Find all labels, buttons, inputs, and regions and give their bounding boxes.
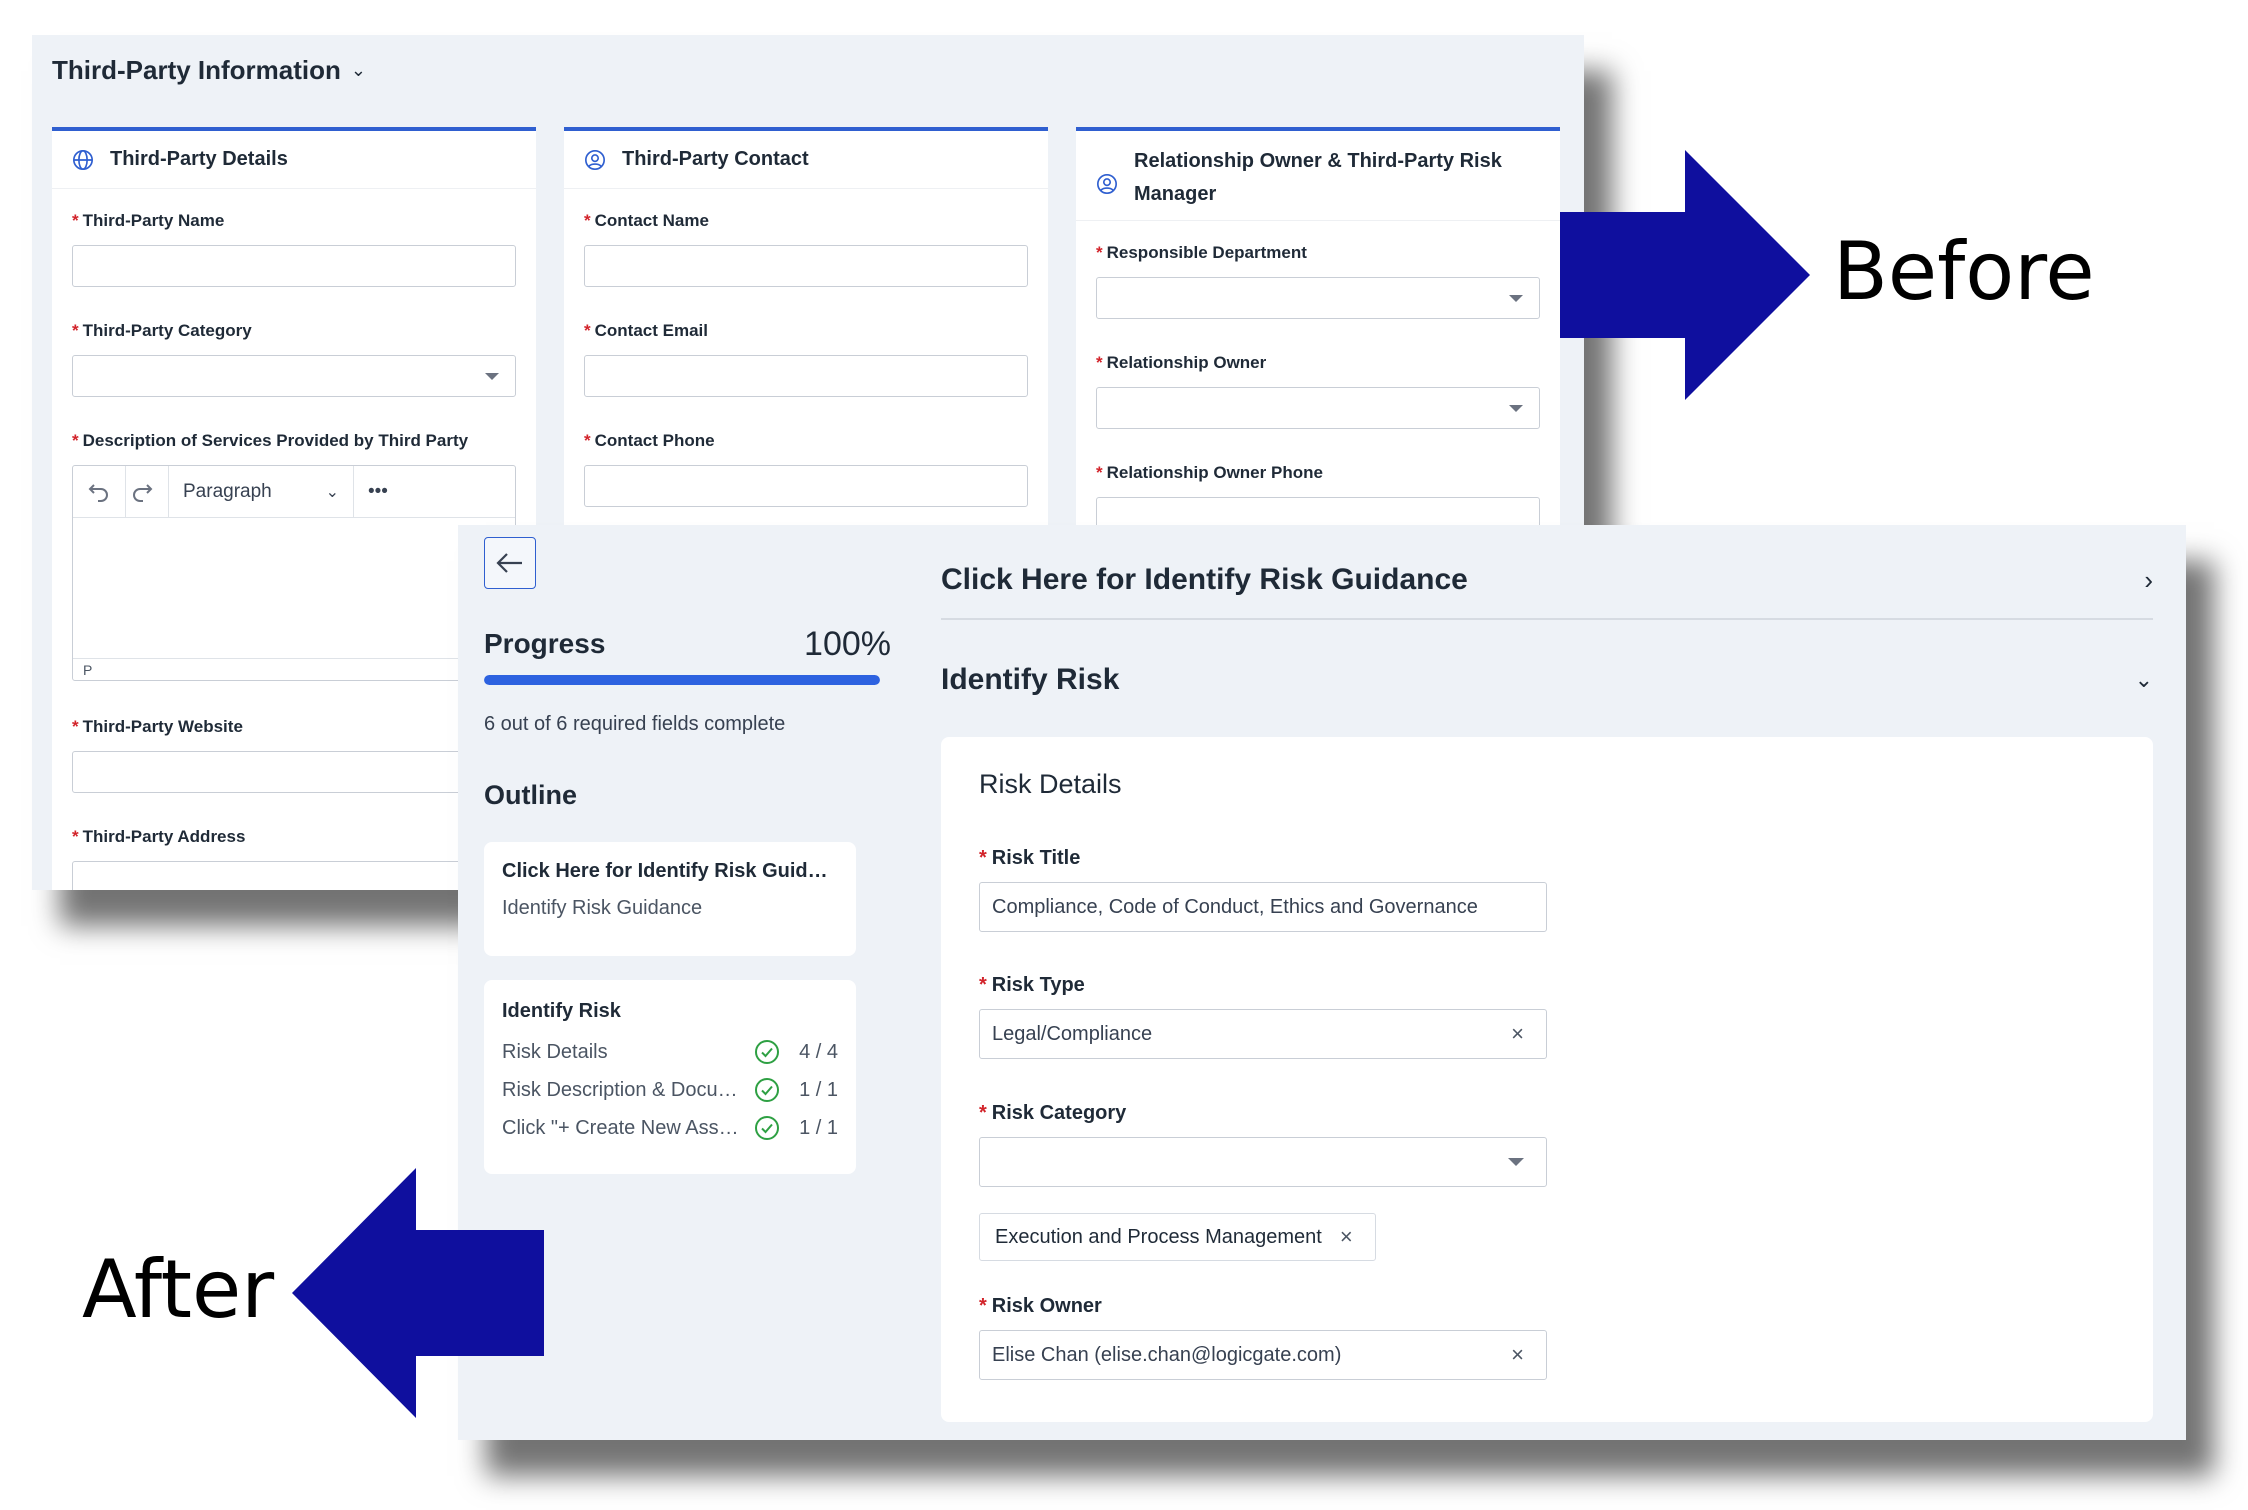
card-header: Third-Party Contact [564,131,1048,189]
outline-identify-risk-title: Identify Risk [502,1000,621,1022]
card-title: Third-Party Details [110,148,288,170]
card-title: Relationship Owner & Third-Party Risk Ma… [1134,150,1502,205]
third-party-category-select[interactable] [72,355,516,397]
outline-guidance-sub[interactable]: Identify Risk Guidance [502,897,838,920]
check-circle-icon [754,1116,779,1140]
risk-type-select[interactable]: Legal/Compliance × [979,1009,1547,1059]
after-arrow-icon [292,1168,544,1418]
chevron-right-icon: › [2144,564,2153,595]
globe-icon [73,149,93,170]
divider [941,618,2153,620]
check-circle-icon [754,1078,779,1102]
progress-label: Progress [484,628,606,659]
contact-email-input[interactable] [584,355,1028,397]
redo-button[interactable] [126,466,168,518]
contact-name-input[interactable] [584,245,1028,287]
more-icon: ••• [368,480,388,502]
card-header: Relationship Owner & Third-Party Risk Ma… [1076,131,1560,221]
clear-icon[interactable]: × [1511,1342,1524,1368]
outline-row[interactable]: Risk Description & Documentation 1 / 1 [502,1077,838,1103]
field-risk-title: * Risk Title Compliance, Code of Conduct,… [979,847,1547,932]
user-circle-icon [585,149,605,170]
risk-title-input[interactable]: Compliance, Code of Conduct, Ethics and … [979,882,1547,932]
third-party-website-input[interactable] [72,751,516,793]
progress-bar [484,675,880,685]
back-button[interactable] [484,537,536,589]
paragraph-format-select[interactable]: Paragraph ⌄ [168,465,354,518]
check-circle-icon [754,1040,779,1064]
outline-guidance-card[interactable]: Click Here for Identify Risk Guidance Id… [484,842,856,956]
clear-icon[interactable]: × [1511,1021,1524,1047]
field-contact-name: * Contact Name [564,211,1048,287]
chevron-down-icon: ⌄ [325,483,339,501]
redo-icon [133,483,153,502]
responsible-department-select[interactable] [1096,277,1540,319]
field-third-party-name: * Third-Party Name [52,211,536,287]
section-title: Third-Party Information [52,55,341,85]
field-contact-email: * Contact Email [564,321,1048,397]
field-relationship-owner: * Relationship Owner [1076,353,1560,429]
third-party-name-input[interactable] [72,245,516,287]
chevron-down-icon: ⌄ [350,60,366,80]
risk-details-title: Risk Details [979,769,1122,799]
before-label: Before [1833,225,2095,318]
progress-note: 6 out of 6 required fields complete [484,713,786,735]
caret-down-icon [1509,295,1523,302]
rte-status-bar: P [73,658,515,680]
progress-bar-fill [484,675,880,685]
more-options-button[interactable]: ••• [354,466,402,518]
after-label: After [82,1243,275,1336]
outline-guidance-title: Click Here for Identify Risk Guidance [502,860,838,882]
card-title: Third-Party Contact [622,148,809,170]
identify-risk-section-header[interactable]: Identify Risk ⌄ [941,655,2167,705]
description-rich-text-editor[interactable]: Paragraph ⌄ ••• P [72,465,516,681]
field-third-party-category: * Third-Party Category [52,321,536,397]
outline-row[interactable]: Risk Details 4 / 4 [502,1039,838,1065]
risk-owner-select[interactable]: Elise Chan (elise.chan@logicgate.com) × [979,1330,1547,1380]
remove-chip-icon[interactable]: × [1340,1224,1353,1250]
outline-row[interactable]: Click "+ Create New Assessment" 1 / 1 [502,1115,838,1141]
progress-value: 100% [804,625,891,663]
guidance-section-header[interactable]: Click Here for Identify Risk Guidance › [941,555,2167,605]
chevron-down-icon: ⌄ [2134,667,2153,692]
undo-icon [88,483,108,502]
third-party-address-input[interactable] [72,861,516,890]
outline-title: Outline [484,780,577,810]
field-risk-type: * Risk Type Legal/Compliance × [979,974,1547,1059]
field-risk-owner: * Risk Owner Elise Chan (elise.chan@logic… [979,1295,1547,1380]
outline-identify-risk-card: Identify Risk Risk Details 4 / 4 Risk De… [484,980,856,1174]
field-responsible-department: * Responsible Department [1076,243,1560,319]
card-header: Third-Party Details [52,131,536,189]
caret-down-icon [1508,1158,1524,1166]
rte-toolbar: Paragraph ⌄ ••• [73,465,515,518]
after-screenshot: Progress 100% 6 out of 6 required fields… [458,525,2186,1440]
caret-down-icon [1509,405,1523,412]
field-contact-phone: * Contact Phone [564,431,1048,507]
arrow-left-icon [496,553,522,573]
section-header[interactable]: Third-Party Information ⌄ [52,55,366,86]
user-circle-icon [1097,174,1117,194]
caret-down-icon [485,373,499,380]
risk-category-select[interactable] [979,1137,1547,1187]
field-risk-category: * Risk Category [979,1102,1547,1187]
undo-button[interactable] [73,465,126,518]
risk-details-card: Risk Details * Risk Title Compliance, Cod… [941,737,2153,1422]
before-arrow-icon [1560,150,1810,400]
relationship-owner-select[interactable] [1096,387,1540,429]
contact-phone-input[interactable] [584,465,1028,507]
risk-category-chip: Execution and Process Management × [979,1213,1376,1261]
